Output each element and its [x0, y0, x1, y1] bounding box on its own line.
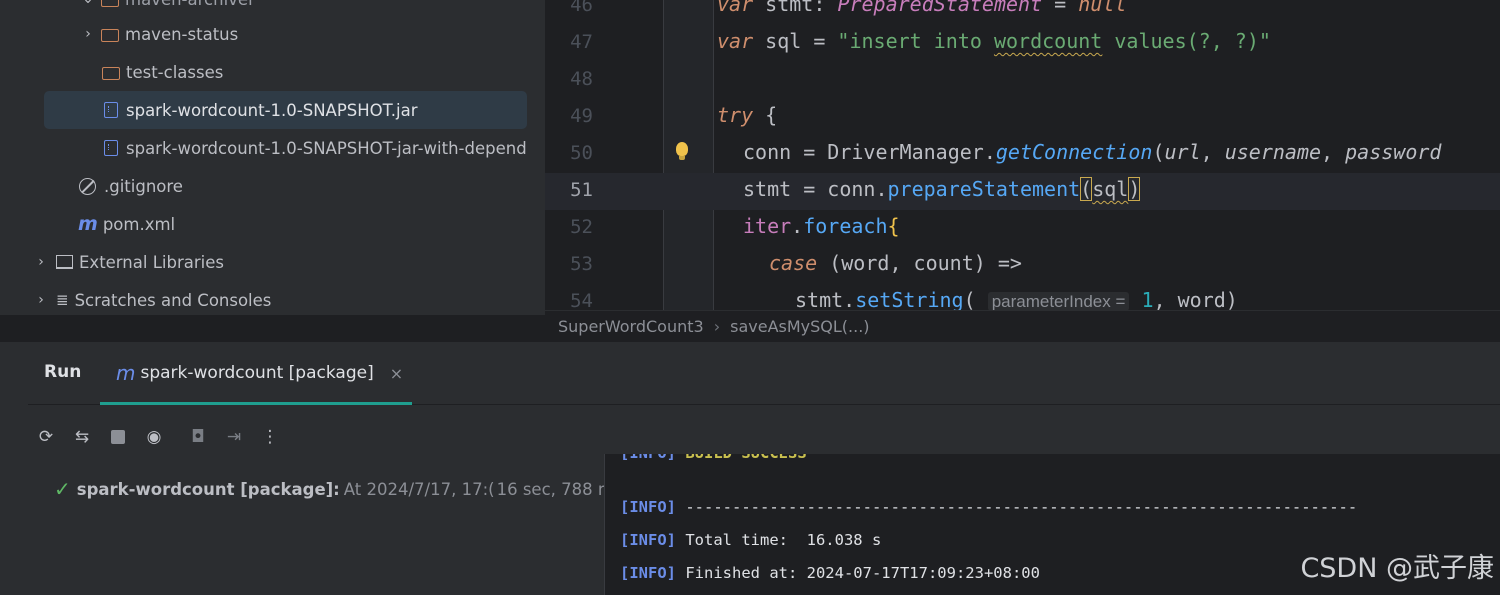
- scratches-icon: ≣: [56, 291, 69, 309]
- export-icon[interactable]: ⇥: [222, 426, 246, 448]
- code-line-47[interactable]: 47 var sql = "insert into wordcount valu…: [545, 25, 1500, 62]
- console-line: [INFO] Finished at: 2024-07-17T17:09:23+…: [620, 564, 1040, 582]
- code-line-49[interactable]: 49 try {: [545, 99, 1500, 136]
- library-icon: [56, 255, 73, 269]
- maven-icon: m: [116, 361, 136, 385]
- parameter-hint: parameterIndex =: [987, 292, 1130, 310]
- tree-item-jar-with-dependencies[interactable]: spark-wordcount-1.0-SNAPSHOT-jar-with-de…: [0, 129, 545, 167]
- console-line: [INFO] BUILD SUCCESS: [620, 454, 807, 462]
- run-toolbar: ⟳ ⇆ ◉ ◘ ⇥ ⋮: [34, 426, 282, 448]
- run-results-tree: ✓ spark-wordcount [package]: At 2024/7/1…: [28, 462, 623, 595]
- breadcrumb-class[interactable]: SuperWordCount3: [558, 317, 704, 336]
- code-line-50[interactable]: 50 conn = DriverManager.getConnection(ur…: [545, 136, 1500, 173]
- code-line-48[interactable]: 48: [545, 62, 1500, 99]
- run-tab-bar: Run m spark-wordcount [package] ×: [28, 342, 1500, 405]
- code-line-46[interactable]: 46 var stmt: PreparedStatement = null: [545, 0, 1500, 25]
- lightbulb-icon[interactable]: [676, 142, 688, 160]
- maven-icon: m: [78, 213, 98, 235]
- rerun-failed-icon[interactable]: ⇆: [70, 426, 94, 448]
- code-line-54[interactable]: 54 stmt.setString( parameterIndex = 1, w…: [545, 284, 1500, 310]
- chevron-right-icon[interactable]: ›: [81, 26, 95, 42]
- rerun-icon[interactable]: ⟳: [34, 426, 58, 448]
- chevron-right-icon[interactable]: ›: [34, 292, 48, 308]
- tree-item-test-classes[interactable]: test-classes: [0, 53, 545, 91]
- eye-icon[interactable]: ◉: [142, 426, 166, 448]
- tab-spark-wordcount-package[interactable]: m spark-wordcount [package] ×: [100, 342, 412, 405]
- more-icon[interactable]: ⋮: [258, 426, 282, 448]
- code-editor[interactable]: 46 var stmt: PreparedStatement = null 47…: [545, 0, 1500, 310]
- tree-item-pom[interactable]: m pom.xml: [0, 205, 545, 243]
- project-tree: ⌄ maven-archiver › maven-status test-cla…: [0, 0, 545, 315]
- console-line: [INFO] ---------------------------------…: [620, 498, 1358, 516]
- tree-item-jar-selected[interactable]: spark-wordcount-1.0-SNAPSHOT.jar: [0, 91, 545, 129]
- run-panel-title: Run: [44, 362, 82, 382]
- folder-icon: [101, 0, 119, 7]
- close-icon[interactable]: ×: [390, 364, 403, 383]
- watermark: CSDN @武子康: [1300, 553, 1494, 584]
- chevron-right-icon[interactable]: ›: [34, 254, 48, 270]
- folder-icon: [102, 66, 120, 80]
- stop-icon[interactable]: [106, 426, 130, 448]
- chevron-down-icon[interactable]: ⌄: [81, 0, 95, 7]
- run-result-item[interactable]: ✓ spark-wordcount [package]: At 2024/7/1…: [54, 477, 623, 501]
- breadcrumb-method[interactable]: saveAsMySQL(...): [730, 317, 869, 336]
- gitignore-icon: [79, 177, 96, 195]
- jar-icon: [104, 102, 118, 118]
- code-line-53[interactable]: 53 case (word, count) =>: [545, 247, 1500, 284]
- camera-icon[interactable]: ◘: [186, 426, 210, 448]
- console-line: [INFO] Total time: 16.038 s: [620, 531, 882, 549]
- tree-item-maven-status[interactable]: › maven-status: [0, 15, 545, 53]
- tree-item-gitignore[interactable]: .gitignore: [0, 167, 545, 205]
- run-tool-window: Run m spark-wordcount [package] × ⟳ ⇆ ◉ …: [0, 342, 1500, 595]
- jar-icon: [104, 140, 118, 156]
- tree-item-external-libraries[interactable]: › External Libraries: [0, 243, 545, 281]
- code-line-51[interactable]: 51 stmt = conn.prepareStatement(sql): [545, 173, 1500, 210]
- code-line-52[interactable]: 52 iter.foreach{: [545, 210, 1500, 247]
- folder-icon: [101, 28, 119, 42]
- success-check-icon: ✓: [54, 477, 71, 501]
- breadcrumb: SuperWordCount3 › saveAsMySQL(...): [545, 310, 1500, 342]
- tree-item-scratches[interactable]: › ≣ Scratches and Consoles: [0, 281, 545, 315]
